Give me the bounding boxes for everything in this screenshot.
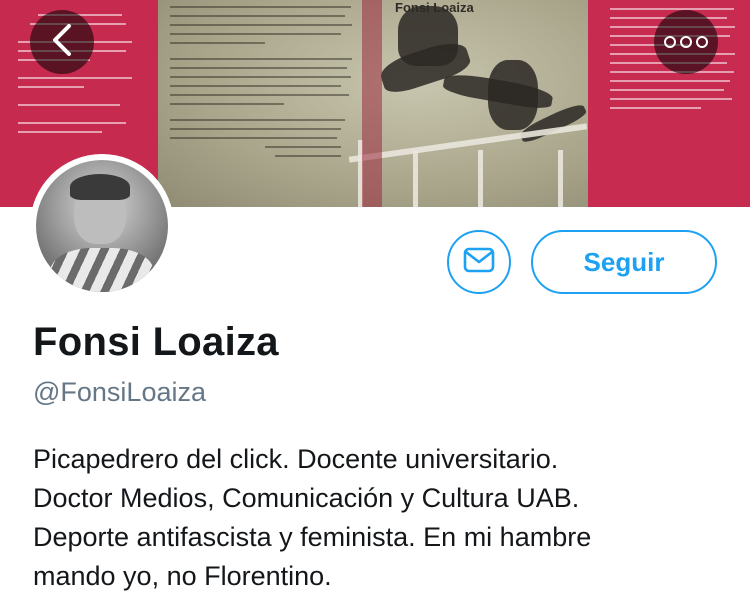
chevron-left-icon	[51, 23, 73, 62]
message-button[interactable]	[447, 230, 511, 294]
back-button[interactable]	[30, 10, 94, 74]
more-horizontal-icon	[664, 36, 708, 48]
avatar[interactable]	[36, 160, 168, 292]
banner-book-title: Fonsi Loaiza	[395, 0, 474, 15]
bio-line: Doctor Medios, Comunicación y Cultura UA…	[33, 483, 580, 513]
bio-line: Deporte antifascista y feminista. En mi …	[33, 522, 592, 552]
envelope-icon	[463, 247, 495, 278]
profile-bio: Picapedrero del click. Docente universit…	[33, 440, 733, 596]
bio-line: mando yo, no Florentino.	[33, 561, 332, 591]
profile-handle: @FonsiLoaiza	[33, 377, 206, 407]
book-spine	[362, 0, 382, 207]
follow-button[interactable]: Seguir	[531, 230, 717, 294]
bio-line: Picapedrero del click. Docente universit…	[33, 444, 559, 474]
more-options-button[interactable]	[654, 10, 718, 74]
profile-name: Fonsi Loaiza	[33, 320, 279, 364]
